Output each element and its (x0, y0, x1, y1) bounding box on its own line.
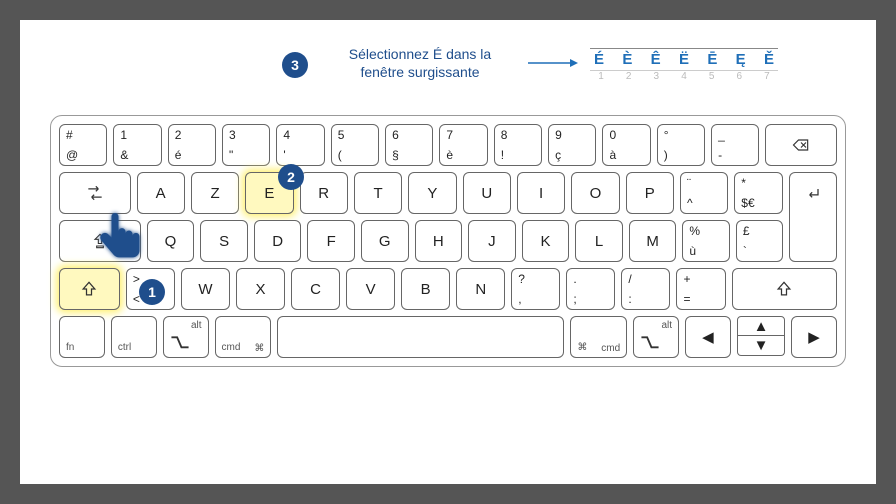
key-enter[interactable] (789, 172, 837, 214)
key-arrow-up[interactable]: ▲ (737, 316, 785, 336)
key-num-5[interactable]: 5( (331, 124, 379, 166)
key-f[interactable]: F (307, 220, 355, 262)
step-badge-2: 2 (278, 164, 304, 190)
key-t[interactable]: T (354, 172, 402, 214)
key-p[interactable]: P (626, 172, 674, 214)
key-o[interactable]: O (571, 172, 619, 214)
popup-number: 7 (760, 71, 774, 82)
key-num-11[interactable]: °) (657, 124, 705, 166)
key-d[interactable]: D (254, 220, 302, 262)
key-r4-sym-0[interactable]: ?, (511, 268, 560, 310)
key-cmd-left[interactable]: cmd⌘ (215, 316, 272, 358)
key-r2-sym-1[interactable]: *$€ (734, 172, 782, 214)
key-cmd-right[interactable]: cmd⌘ (570, 316, 627, 358)
key-k[interactable]: K (522, 220, 570, 262)
popup-number: 5 (705, 71, 719, 82)
popup-letter[interactable]: É (594, 51, 604, 68)
key-g[interactable]: G (361, 220, 409, 262)
key-r4-sym-1[interactable]: .; (566, 268, 615, 310)
accent-popup: É È Ê Ë Ē Ę Ě 1 2 3 4 5 6 7 (590, 48, 778, 82)
key-alt-right[interactable]: alt (633, 316, 679, 358)
key-y[interactable]: Y (408, 172, 456, 214)
key-u[interactable]: U (463, 172, 511, 214)
popup-letter[interactable]: Ē (707, 51, 717, 68)
key-num-8[interactable]: 8! (494, 124, 542, 166)
key-arrow-down[interactable]: ▼ (737, 336, 785, 356)
key-num-3[interactable]: 3" (222, 124, 270, 166)
key-j[interactable]: J (468, 220, 516, 262)
key-num-4[interactable]: 4' (276, 124, 324, 166)
key-num-7[interactable]: 7è (439, 124, 487, 166)
key-h[interactable]: H (415, 220, 463, 262)
key-v[interactable]: V (346, 268, 395, 310)
arrow-icon (528, 58, 578, 68)
popup-number: 4 (677, 71, 691, 82)
key-r2-sym-0[interactable]: ¨^ (680, 172, 728, 214)
key-num-0[interactable]: #@ (59, 124, 107, 166)
step-badge-1: 1 (139, 279, 165, 305)
key-enter-bottom[interactable] (789, 213, 837, 262)
key-b[interactable]: B (401, 268, 450, 310)
popup-letter[interactable]: Ë (679, 51, 689, 68)
key-s[interactable]: S (200, 220, 248, 262)
key-r[interactable]: R (300, 172, 348, 214)
key-r3-sym-1[interactable]: £` (736, 220, 784, 262)
popup-letter[interactable]: Ê (651, 51, 661, 68)
popup-letter[interactable]: Ě (764, 51, 774, 68)
key-num-12[interactable]: _- (711, 124, 759, 166)
key-m[interactable]: M (629, 220, 677, 262)
key-c[interactable]: C (291, 268, 340, 310)
key-num-2[interactable]: 2é (168, 124, 216, 166)
key-num-10[interactable]: 0à (602, 124, 650, 166)
key-ctrl[interactable]: ctrl (111, 316, 157, 358)
instruction-text: Sélectionnez É dans la fenêtre surgissan… (330, 46, 510, 81)
keyboard: 1 2 #@1&2é3"4'5(6§7è8!9ç0à°)_- AZERTYUIO… (50, 115, 846, 367)
key-r4-sym-3[interactable]: += (676, 268, 725, 310)
key-r3-sym-0[interactable]: %ù (682, 220, 730, 262)
instruction-bar: 3 Sélectionnez É dans la fenêtre surgiss… (20, 42, 876, 102)
key-num-6[interactable]: 6§ (385, 124, 433, 166)
key-shift-right[interactable] (732, 268, 838, 310)
hand-cursor-icon (94, 208, 150, 279)
key-space[interactable] (277, 316, 564, 358)
key-n[interactable]: N (456, 268, 505, 310)
popup-number: 1 (594, 71, 608, 82)
key-q[interactable]: Q (147, 220, 195, 262)
key-x[interactable]: X (236, 268, 285, 310)
key-num-1[interactable]: 1& (113, 124, 161, 166)
key-r4-sym-2[interactable]: /: (621, 268, 670, 310)
key-arrow-left[interactable]: ◀ (685, 316, 731, 358)
popup-number: 2 (622, 71, 636, 82)
key-arrow-right[interactable]: ▶ (791, 316, 837, 358)
key-num-9[interactable]: 9ç (548, 124, 596, 166)
key-i[interactable]: I (517, 172, 565, 214)
popup-number: 6 (732, 71, 746, 82)
step-badge-3: 3 (282, 52, 308, 78)
popup-letter[interactable]: È (622, 51, 632, 68)
popup-letter[interactable]: Ę (736, 51, 746, 68)
key-backspace[interactable] (765, 124, 837, 166)
key-fn[interactable]: fn (59, 316, 105, 358)
key-l[interactable]: L (575, 220, 623, 262)
key-w[interactable]: W (181, 268, 230, 310)
key-z[interactable]: Z (191, 172, 239, 214)
key-alt-left[interactable]: alt (163, 316, 209, 358)
popup-number: 3 (649, 71, 663, 82)
